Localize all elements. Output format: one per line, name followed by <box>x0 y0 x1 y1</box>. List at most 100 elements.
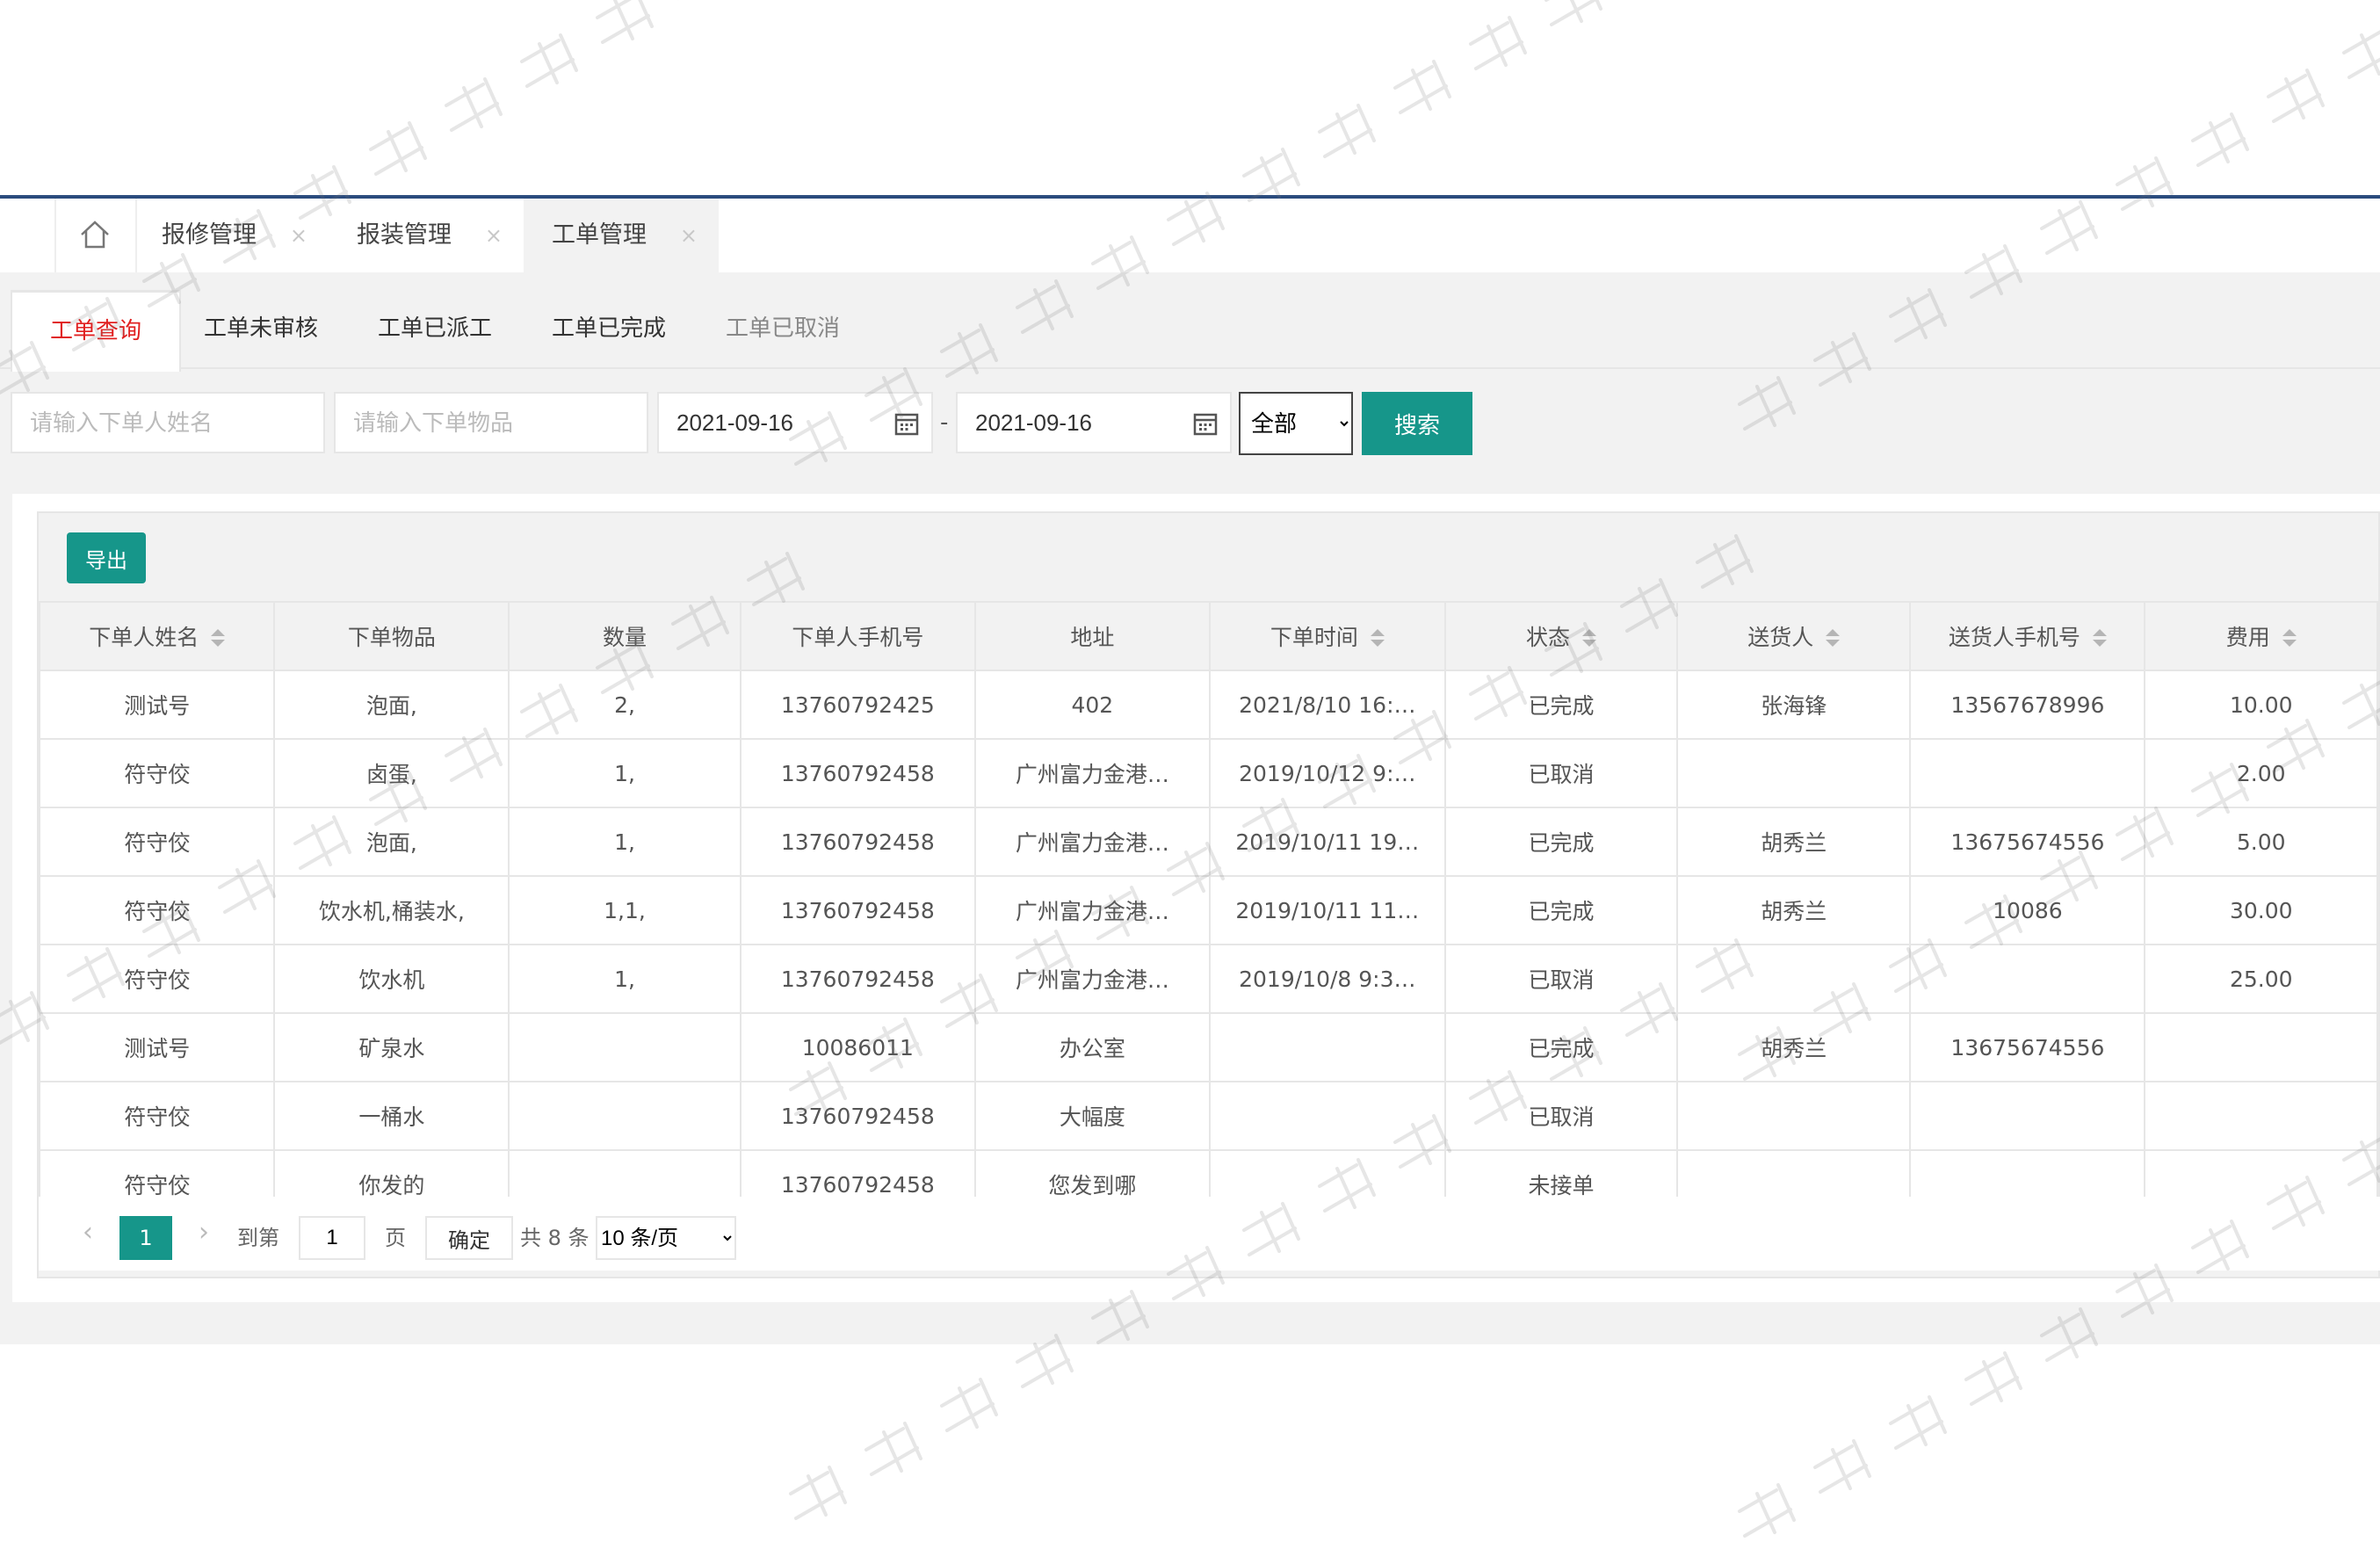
table-row[interactable]: 测试号 矿泉水 10086011 办公室 已完成 胡秀兰 13675674556 <box>38 1012 2378 1082</box>
watermark-glyph <box>1242 148 1300 202</box>
table-cell: 胡秀兰 <box>1676 875 1912 945</box>
table-cell: 符守佼 <box>38 944 276 1014</box>
watermark-glyph <box>1544 0 1602 26</box>
table-cell: 已取消 <box>1443 1081 1679 1151</box>
sort-icon[interactable] <box>1826 629 1841 648</box>
goto-page-input[interactable] <box>299 1216 365 1260</box>
calendar-icon[interactable] <box>894 411 919 436</box>
table-cell: 2, <box>508 670 741 740</box>
table-cell: 2019/10/11 19… <box>1208 807 1446 877</box>
table-cell: 测试号 <box>38 1012 276 1082</box>
table-cell: 矿泉水 <box>273 1012 510 1082</box>
table-cell: 13760792458 <box>739 944 976 1014</box>
column-header-label: 下单物品 <box>347 625 436 650</box>
watermark-glyph <box>1964 1351 2022 1406</box>
column-header-label: 状态 <box>1526 625 1571 650</box>
subtab-divider <box>0 367 2380 369</box>
close-icon[interactable]: × <box>290 199 307 272</box>
calendar-icon[interactable] <box>1193 411 1218 436</box>
table-cell: 10086 <box>1909 875 2146 945</box>
column-header-label: 费用 <box>2225 625 2270 650</box>
export-button[interactable]: 导出 <box>67 532 146 583</box>
column-header[interactable]: 送货人手机号 <box>1909 601 2146 671</box>
page-tab-bar: 报修管理 × 报装管理 × 工单管理 × <box>0 199 2380 274</box>
table-cell: 13675674556 <box>1909 1012 2146 1082</box>
subtab-cancelled[interactable]: 工单已取消 <box>726 290 840 367</box>
results-panel: 导出 下单人姓名 下单物品 数量 下单人手机号 地址 下单时间 状态 送货人 送… <box>37 511 2380 1278</box>
status-select[interactable]: 全部 <box>1239 392 1353 455</box>
close-icon[interactable]: × <box>680 199 698 272</box>
table-cell <box>1909 944 2146 1014</box>
date-range-separator: - <box>940 409 949 436</box>
subtab-query[interactable]: 工单查询 <box>11 290 181 372</box>
table-cell: 13760792458 <box>739 807 976 877</box>
table-cell: 已完成 <box>1443 1012 1679 1082</box>
date-to-field[interactable]: 2021-09-16 <box>956 392 1232 453</box>
table-cell <box>1909 738 2146 808</box>
subtab-completed[interactable]: 工单已完成 <box>552 290 666 367</box>
table-header-row: 下单人姓名 下单物品 数量 下单人手机号 地址 下单时间 状态 送货人 送货人手… <box>38 601 2378 671</box>
table-cell: 办公室 <box>973 1012 1211 1082</box>
table-cell <box>508 1081 741 1151</box>
page-unit-label: 页 <box>385 1226 406 1250</box>
table-cell: 饮水机 <box>273 944 510 1014</box>
order-table-body: 测试号 泡面, 2, 13760792425 402 2021/8/10 16:… 已完成张… <box>38 670 2378 1220</box>
watermark-glyph <box>2342 30 2380 79</box>
tab-workorder[interactable]: 工单管理 × <box>524 199 719 272</box>
table-cell: 13760792425 <box>739 670 976 740</box>
table-cell <box>1676 738 1912 808</box>
table-row[interactable]: 符守佼 饮水机 1, 13760792458 广州富力金港… 2019/10/8 9:3…… <box>38 944 2378 1014</box>
current-page[interactable]: 1 <box>119 1216 172 1260</box>
tab-home[interactable] <box>54 199 137 272</box>
table-cell: 1, <box>508 807 741 877</box>
watermark-glyph <box>789 1466 847 1520</box>
table-cell: 广州富力金港… <box>973 807 1211 877</box>
table-cell: 13567678996 <box>1909 670 2146 740</box>
subtab-unreviewed[interactable]: 工单未审核 <box>204 290 318 367</box>
table-cell: 一桶水 <box>273 1081 510 1151</box>
table-cell: 符守佼 <box>38 738 276 808</box>
date-from-field[interactable]: 2021-09-16 <box>657 392 933 453</box>
page-size-select[interactable]: 10 条/页 <box>596 1216 736 1260</box>
tab-install[interactable]: 报装管理 × <box>329 199 524 272</box>
table-row[interactable]: 符守佼 饮水机,桶装水, 1,1, 13760792458 广州富力金港… 2019/10… <box>38 875 2378 945</box>
home-icon <box>81 221 109 249</box>
column-header-label: 数量 <box>603 625 647 650</box>
column-header[interactable]: 费用 <box>2144 601 2378 671</box>
watermark-glyph <box>445 77 503 132</box>
search-button[interactable]: 搜索 <box>1362 392 1472 455</box>
column-header[interactable]: 下单人姓名 <box>38 601 276 671</box>
table-cell: 已完成 <box>1443 670 1679 740</box>
column-header[interactable]: 送货人 <box>1676 601 1912 671</box>
table-cell: 大幅度 <box>973 1081 1211 1151</box>
sort-icon[interactable] <box>1582 629 1597 648</box>
table-cell: 5.00 <box>2144 807 2378 877</box>
sort-icon[interactable] <box>1370 629 1385 648</box>
close-icon[interactable]: × <box>485 199 503 272</box>
table-cell: 2.00 <box>2144 738 2378 808</box>
subtab-dispatched[interactable]: 工单已派工 <box>378 290 492 367</box>
table-row[interactable]: 符守佼 泡面, 1, 13760792458 广州富力金港… 2019/10/11 19…… <box>38 807 2378 877</box>
table-cell <box>1676 1081 1912 1151</box>
sort-icon[interactable] <box>2282 629 2297 648</box>
table-row[interactable]: 符守佼 卤蛋, 1, 13760792458 广州富力金港… 2019/10/12 9:…… <box>38 738 2378 808</box>
table-cell: 13760792458 <box>739 875 976 945</box>
tab-repair[interactable]: 报修管理 × <box>134 199 329 272</box>
goto-confirm-button[interactable]: 确定 <box>425 1216 513 1260</box>
watermark-glyph <box>1393 60 1451 114</box>
column-header-label: 送货人 <box>1747 625 1814 650</box>
table-row[interactable]: 测试号 泡面, 2, 13760792425 402 2021/8/10 16:… 已完成张… <box>38 670 2378 740</box>
sort-icon[interactable] <box>2092 629 2107 648</box>
column-header[interactable]: 下单时间 <box>1208 601 1446 671</box>
table-cell: 2021/8/10 16:… <box>1208 670 1446 740</box>
sort-icon[interactable] <box>211 629 226 648</box>
table-cell: 已完成 <box>1443 807 1679 877</box>
customer-name-input[interactable] <box>11 392 325 453</box>
table-cell: 饮水机,桶装水, <box>273 875 510 945</box>
prev-page-button[interactable]: ‹ <box>70 1213 105 1253</box>
order-item-input[interactable] <box>334 392 648 453</box>
table-row[interactable]: 符守佼 一桶水 13760792458 大幅度 已取消 <box>38 1081 2378 1151</box>
table-cell: 胡秀兰 <box>1676 1012 1912 1082</box>
column-header[interactable]: 状态 <box>1443 601 1679 671</box>
next-page-button[interactable]: › <box>186 1213 221 1253</box>
